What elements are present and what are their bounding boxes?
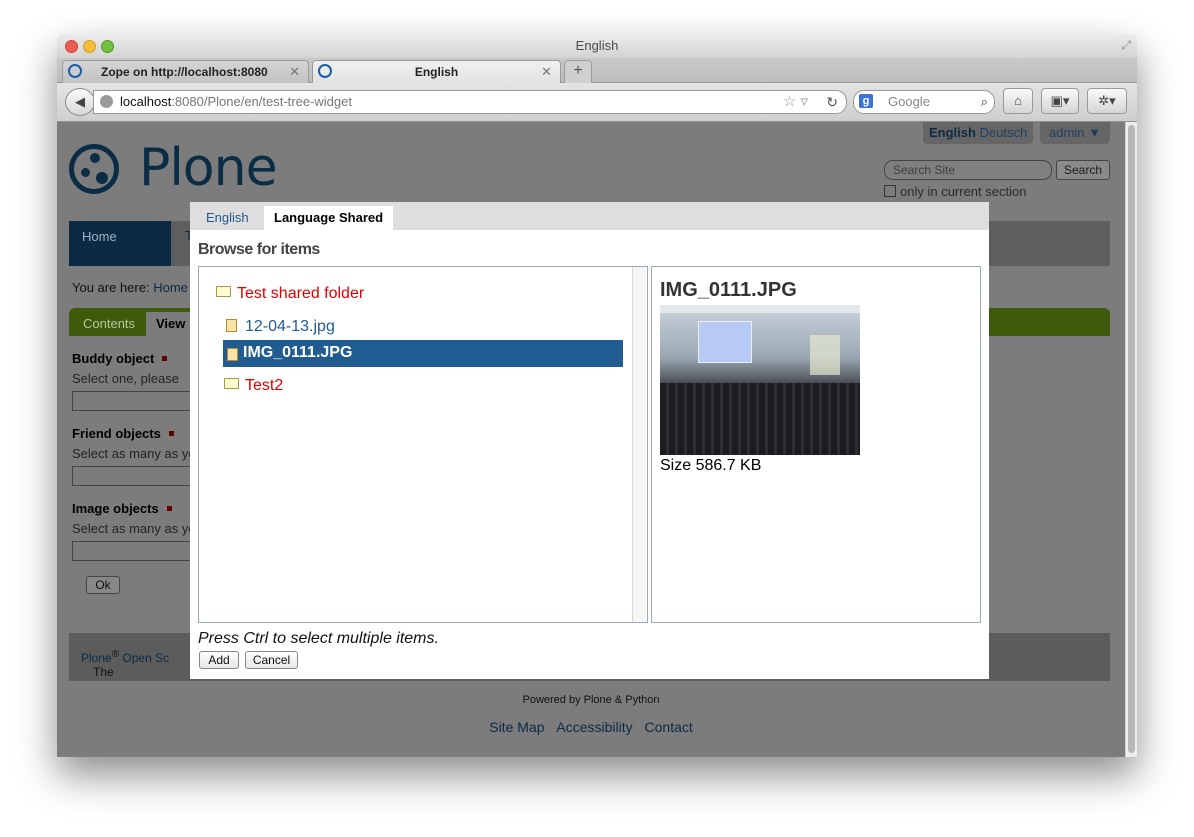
tab-contents[interactable]: Contents — [73, 312, 145, 336]
globe-icon — [100, 95, 113, 108]
tree-item-selected[interactable]: IMG_0111.JPG — [223, 340, 623, 367]
buddy-object-input[interactable] — [72, 391, 194, 411]
ok-button[interactable]: Ok — [86, 576, 120, 594]
tools-button[interactable]: ✲▾ — [1087, 88, 1127, 114]
tab-label: Zope on http://localhost:8080 — [101, 65, 268, 79]
site-map-link[interactable]: Site Map — [489, 719, 544, 735]
reload-icon[interactable]: ↻ — [826, 91, 838, 113]
magnifier-icon: ⌕ — [980, 94, 988, 109]
url-bar[interactable]: localhost:8080/Plone/en/test-tree-widget… — [93, 90, 847, 114]
plone-logo-icon — [69, 144, 119, 194]
window-title: English — [575, 38, 619, 53]
image-objects-hint: Select as many as yo — [72, 521, 196, 536]
page-scrollbar[interactable] — [1125, 122, 1137, 757]
preview-pane: IMG_0111.JPG Size 586.7 KB — [651, 266, 981, 623]
folder-icon — [224, 378, 239, 389]
preview-image — [660, 305, 860, 455]
google-icon[interactable]: g — [859, 94, 873, 108]
title-bar: English ⤢ — [57, 34, 1137, 58]
back-button[interactable]: ◀ — [65, 88, 95, 116]
tab-label: English — [414, 65, 459, 79]
tree-item-folder[interactable]: Test shared folder — [216, 285, 364, 303]
footer-links: Site Map Accessibility Contact — [57, 719, 1125, 735]
browser-window: English ⤢ Zope on http://localhost:8080 … — [57, 34, 1137, 757]
friend-objects-label: Friend objects — [72, 426, 174, 441]
logo-text: Plone — [139, 138, 278, 198]
bookmarks-button[interactable]: ▣▾ — [1041, 88, 1079, 114]
buddy-object-label: Buddy object — [72, 351, 168, 366]
navigation-toolbar: ◀ localhost:8080/Plone/en/test-tree-widg… — [57, 83, 1137, 122]
image-objects-input[interactable] — [72, 541, 194, 561]
footer-text: The Plone® Open Sc — [81, 649, 170, 679]
image-file-icon — [227, 348, 238, 361]
home-button[interactable]: ⌂ — [1003, 88, 1033, 114]
tree-item-file[interactable]: 12-04-13.jpg — [226, 318, 335, 336]
browse-dialog: English Language Shared Browse for items… — [190, 202, 989, 679]
scrollbar-thumb[interactable] — [1128, 125, 1135, 753]
lang-current[interactable]: English — [929, 125, 976, 140]
web-search-input[interactable]: g Google ⌕ — [853, 90, 995, 114]
bookmark-star-icon[interactable]: ☆ ▿ — [783, 91, 808, 113]
friend-objects-hint: Select as many as yo — [72, 446, 196, 461]
tab-english[interactable]: English ✕ — [312, 60, 561, 83]
tab-view[interactable]: View — [146, 312, 196, 336]
buddy-object-hint: Select one, please — [72, 371, 179, 386]
tab-bar: Zope on http://localhost:8080 ✕ English … — [57, 58, 1137, 83]
site-search-input[interactable]: Search Site — [884, 160, 1052, 180]
image-objects-label: Image objects — [72, 501, 172, 516]
required-marker — [162, 356, 168, 361]
url-text: localhost:8080/Plone/en/test-tree-widget — [120, 94, 352, 109]
accessibility-link[interactable]: Accessibility — [556, 719, 632, 735]
fullscreen-icon[interactable]: ⤢ — [1121, 38, 1131, 53]
dialog-tabs: English Language Shared — [190, 202, 989, 230]
new-tab-button[interactable]: + — [564, 60, 592, 83]
image-file-icon — [226, 319, 237, 332]
zope-icon — [68, 64, 82, 78]
contact-link[interactable]: Contact — [645, 719, 693, 735]
footer-rest[interactable]: Open Sc — [122, 651, 169, 665]
lang-other[interactable]: Deutsch — [980, 125, 1028, 140]
search-placeholder: Google — [888, 94, 930, 109]
powered-by: Powered by Plone & Python — [522, 694, 660, 706]
item-tree: Test shared folder 12-04-13.jpg IMG_0111… — [198, 266, 648, 623]
dialog-heading: Browse for items — [198, 241, 320, 258]
required-marker — [166, 506, 172, 511]
search-placeholder: Search Site — [893, 163, 956, 177]
required-marker — [168, 431, 174, 436]
nav-home[interactable]: Home — [69, 221, 171, 266]
cancel-button[interactable]: Cancel — [245, 651, 298, 669]
tree-item-folder[interactable]: Test2 — [224, 377, 283, 395]
language-selector[interactable]: English Deutsch — [923, 122, 1034, 144]
breadcrumb: You are here: Home — [72, 280, 188, 295]
tab-zope[interactable]: Zope on http://localhost:8080 ✕ — [62, 60, 309, 83]
preview-size: Size 586.7 KB — [660, 457, 762, 474]
folder-icon — [216, 286, 231, 297]
friend-objects-input[interactable] — [72, 466, 194, 486]
user-menu[interactable]: admin ▼ — [1040, 122, 1110, 144]
tab-language-shared[interactable]: Language Shared — [264, 206, 394, 230]
close-tab-icon[interactable]: ✕ — [541, 61, 552, 83]
close-tab-icon[interactable]: ✕ — [289, 61, 300, 83]
current-section-checkbox[interactable]: only in current section — [884, 184, 1026, 199]
breadcrumb-home[interactable]: Home — [153, 280, 188, 295]
multi-select-note: Press Ctrl to select multiple items. — [198, 630, 439, 647]
tab-english-root[interactable]: English — [196, 206, 259, 230]
current-section-label: only in current section — [900, 184, 1027, 199]
page-viewport: English Deutsch admin ▼ Plone Search Sit… — [57, 122, 1125, 757]
add-button[interactable]: Add — [199, 651, 239, 669]
footer-plone-link[interactable]: Plone — [81, 651, 112, 665]
site-search-button[interactable]: Search — [1056, 160, 1110, 180]
tree-scrollbar[interactable] — [632, 267, 646, 622]
preview-title: IMG_0111.JPG — [660, 279, 797, 301]
